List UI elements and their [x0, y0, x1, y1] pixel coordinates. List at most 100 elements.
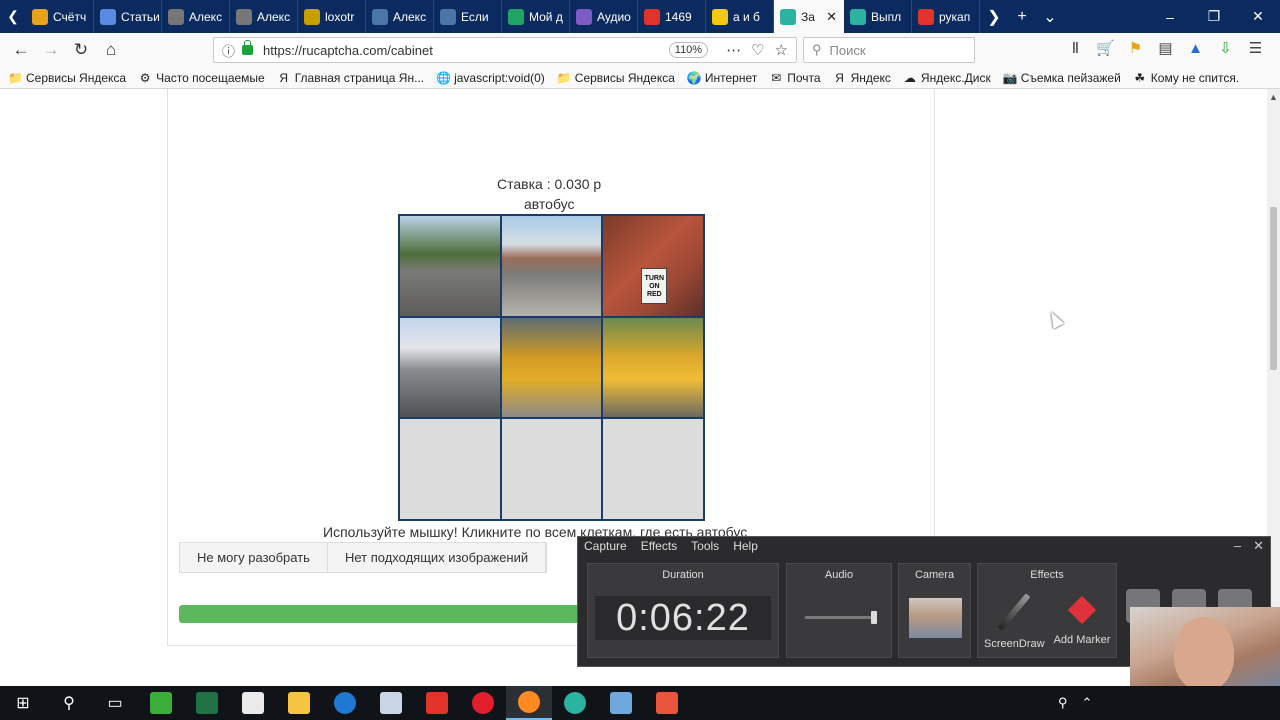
search-icon: ⚲: [812, 42, 822, 57]
bookmark-item[interactable]: ☘ Кому не спится.: [1133, 71, 1239, 85]
reload-icon[interactable]: ↻: [66, 36, 96, 64]
tabs-scroll-right-icon[interactable]: ❯: [980, 0, 1008, 33]
menu-icon[interactable]: ☰: [1246, 39, 1265, 57]
forward-icon[interactable]: →: [36, 36, 66, 64]
captcha-cell[interactable]: TURN ON RED: [603, 216, 703, 316]
browser-tab[interactable]: Счётч: [26, 0, 94, 33]
windows-start-icon[interactable]: ⊞: [0, 686, 46, 720]
captcha-cell[interactable]: [400, 216, 500, 316]
captcha-cell[interactable]: [400, 317, 500, 418]
home-icon[interactable]: ⌂: [96, 36, 126, 64]
captcha-cell[interactable]: [501, 216, 602, 316]
url-bar[interactable]: ⓘ https://rucaptcha.com/cabinet 110% ⋯ ♡…: [213, 37, 797, 63]
browser-tab[interactable]: Если: [434, 0, 502, 33]
tray-expand-icon[interactable]: ⌃: [1082, 695, 1093, 711]
camera-thumbnail[interactable]: [909, 598, 962, 638]
search-taskbar-icon[interactable]: ⚲: [46, 686, 92, 720]
browser-tab[interactable]: Алекс: [230, 0, 298, 33]
sync-icon[interactable]: ▲: [1186, 40, 1205, 57]
library-icon[interactable]: Ⅱ: [1066, 39, 1085, 57]
screenshot-icon[interactable]: [598, 686, 644, 720]
opera-icon[interactable]: [460, 686, 506, 720]
marker-icon: [1067, 595, 1097, 625]
new-tab-icon[interactable]: +: [1008, 0, 1036, 33]
browser-tab[interactable]: рукап: [912, 0, 980, 33]
captcha-cell[interactable]: [400, 419, 500, 519]
info-icon[interactable]: ⓘ: [222, 41, 235, 60]
download-icon[interactable]: ⇩: [1216, 39, 1235, 57]
recorder-menu-item[interactable]: Help: [733, 539, 758, 553]
audio-slider-knob[interactable]: [871, 611, 877, 624]
browser-tab[interactable]: За ✕: [774, 0, 844, 33]
cant-solve-button[interactable]: Не могу разобрать: [180, 543, 328, 572]
task-view-icon[interactable]: ▭: [92, 686, 138, 720]
captcha-cell[interactable]: [501, 317, 602, 418]
recorder-menu-item[interactable]: Tools: [691, 539, 719, 553]
search-placeholder: Поиск: [829, 42, 866, 58]
browser-tab[interactable]: Аудио: [570, 0, 638, 33]
restore-icon[interactable]: ❐: [1192, 0, 1236, 33]
recorder-close-icon[interactable]: ✕: [1253, 538, 1264, 554]
audio-section: Audio: [786, 563, 892, 658]
bookmark-item[interactable]: 🌍 Интернет: [687, 71, 757, 85]
page-actions-icon[interactable]: ⋯: [726, 41, 741, 59]
close-tab-icon[interactable]: ✕: [826, 9, 837, 25]
bookmark-item[interactable]: Я Яндекс: [833, 71, 891, 85]
app-icon[interactable]: [552, 686, 598, 720]
sidebar-icon[interactable]: ▤: [1156, 39, 1175, 57]
tabs-scroll-left-icon[interactable]: ❮: [0, 0, 26, 33]
paint-icon[interactable]: [368, 686, 414, 720]
browser-tab[interactable]: loxotr: [298, 0, 366, 33]
back-icon[interactable]: ←: [6, 36, 36, 64]
browser-tab[interactable]: Статьи: [94, 0, 162, 33]
browser-tab[interactable]: Алекс: [366, 0, 434, 33]
bookmark-star-icon[interactable]: ☆: [775, 41, 788, 59]
bookmark-item[interactable]: ✉ Почта: [769, 71, 820, 85]
scroll-up-icon[interactable]: ▲: [1269, 92, 1278, 102]
bookmark-label: Сервисы Яндекса: [26, 70, 127, 85]
bookmark-item[interactable]: 📁 Сервисы Яндекса: [8, 71, 126, 85]
bookmark-item[interactable]: 📁 Сервисы Яндекса: [557, 71, 675, 85]
firefox-icon[interactable]: [506, 686, 552, 720]
file-explorer-icon[interactable]: [276, 686, 322, 720]
no-matching-images-button[interactable]: Нет подходящих изображений: [328, 543, 547, 572]
photos-icon[interactable]: [230, 686, 276, 720]
captcha-cell[interactable]: [603, 419, 703, 519]
people-icon[interactable]: ⚲: [1058, 695, 1068, 711]
edge-icon[interactable]: [322, 686, 368, 720]
camtasia-icon[interactable]: [138, 686, 184, 720]
navigation-bar: ← → ↻ ⌂ ⓘ https://rucaptcha.com/cabinet …: [0, 33, 1280, 67]
minimize-icon[interactable]: –: [1148, 0, 1192, 33]
recorder-minimize-icon[interactable]: –: [1234, 538, 1241, 554]
browser-tab[interactable]: 1469: [638, 0, 706, 33]
captcha-cell[interactable]: [603, 317, 703, 418]
browser-tab[interactable]: Выпл: [844, 0, 912, 33]
browser-tab[interactable]: Алекс: [162, 0, 230, 33]
recorder-menu-item[interactable]: Effects: [641, 539, 677, 553]
excel-icon[interactable]: [184, 686, 230, 720]
yandex-browser-icon[interactable]: [414, 686, 460, 720]
browser-tab[interactable]: Мой д: [502, 0, 570, 33]
audio-level-slider[interactable]: [805, 611, 877, 624]
bookmark-item[interactable]: ☁ Яндекс.Диск: [903, 71, 991, 85]
recorder-menu-item[interactable]: Capture: [584, 539, 627, 553]
screendraw-button[interactable]: ScreenDraw: [984, 590, 1045, 650]
bookmark-item[interactable]: ⚙ Часто посещаемые: [138, 71, 265, 85]
url-text[interactable]: https://rucaptcha.com/cabinet: [263, 43, 433, 58]
bookmark-item[interactable]: Я Главная страница Ян...: [277, 71, 424, 85]
bookmark-flag-icon[interactable]: ⚑: [1126, 39, 1145, 57]
browser-tab[interactable]: а и б: [706, 0, 774, 33]
recorder-taskbar-icon[interactable]: [644, 686, 690, 720]
bookmark-item[interactable]: 🌐 javascript:void(0): [436, 71, 545, 85]
webcam-face: [1174, 617, 1234, 691]
captcha-cell[interactable]: [501, 419, 602, 519]
zoom-badge[interactable]: 110%: [668, 42, 709, 58]
cart-icon[interactable]: 🛒: [1096, 39, 1115, 57]
search-input[interactable]: ⚲ Поиск: [803, 37, 975, 63]
add-marker-button[interactable]: Add Marker: [1052, 590, 1112, 646]
close-window-icon[interactable]: ✕: [1236, 0, 1280, 33]
pocket-icon[interactable]: ♡: [751, 41, 764, 59]
tab-list-icon[interactable]: ⌄: [1036, 0, 1064, 33]
bookmark-item[interactable]: 📷 Съемка пейзажей: [1003, 71, 1121, 85]
scrollbar-thumb[interactable]: [1270, 207, 1277, 370]
